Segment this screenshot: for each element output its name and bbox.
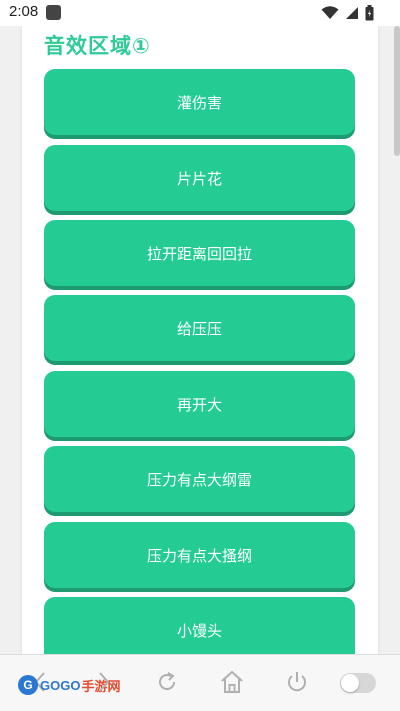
- power-icon[interactable]: [284, 669, 310, 695]
- refresh-icon[interactable]: [154, 669, 180, 695]
- home-icon[interactable]: [219, 669, 245, 695]
- sound-button[interactable]: 压力有点大纲雷: [44, 446, 355, 512]
- sound-button[interactable]: 灌伤害: [44, 69, 355, 135]
- watermark-logo-icon: G: [18, 675, 38, 695]
- sound-button[interactable]: 压力有点大搔纲: [44, 522, 355, 588]
- sound-effects-panel: 音效区域① 灌伤害 片片花 拉开距离回回拉 给压压 再开大 压力有点大纲雷 压力…: [22, 26, 378, 654]
- scrollbar[interactable]: [394, 26, 400, 156]
- toggle-switch[interactable]: [340, 673, 376, 693]
- sound-button[interactable]: 小馒头: [44, 597, 355, 654]
- sound-button[interactable]: 片片花: [44, 145, 355, 211]
- toggle-knob: [341, 674, 359, 692]
- notification-icon: [46, 5, 61, 20]
- signal-icon: [345, 6, 359, 20]
- status-bar: 2:08: [0, 0, 400, 26]
- scroll-area[interactable]: 音效区域① 灌伤害 片片花 拉开距离回回拉 给压压 再开大 压力有点大纲雷 压力…: [0, 26, 400, 654]
- forward-icon[interactable]: [90, 669, 116, 695]
- wifi-icon: [321, 6, 339, 20]
- status-icons: [321, 4, 374, 22]
- status-time: 2:08: [9, 3, 39, 20]
- battery-icon: [365, 5, 374, 21]
- watermark-brand: GOGO: [40, 677, 81, 693]
- sound-button[interactable]: 给压压: [44, 295, 355, 361]
- sound-button[interactable]: 再开大: [44, 371, 355, 437]
- section-title: 音效区域①: [44, 34, 151, 58]
- sound-button[interactable]: 拉开距离回回拉: [44, 220, 355, 286]
- bottom-toolbar: G GOGO 手游网: [0, 654, 400, 711]
